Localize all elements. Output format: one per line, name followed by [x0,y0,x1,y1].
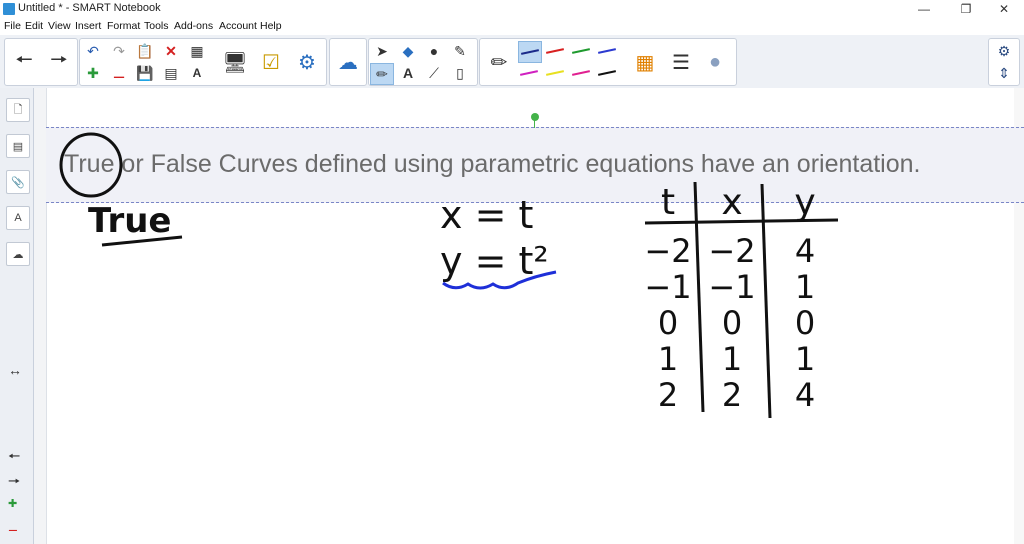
ink-table-header: x [721,182,742,223]
ink-table-cell: 2 [722,376,742,414]
ink-table-cell: 1 [795,340,815,378]
ink-layer: True x = t y = t² t x y−2 −2 4−1 −1 10 0 01 1 12 2 4 [59,132,839,419]
ink-table-divider-1 [693,181,705,413]
ink-table-cell: −1 [708,268,755,306]
ink-table-cell: −2 [708,232,755,270]
ink-equation-x: x = t [440,193,533,237]
ink-table-cell: 0 [795,304,815,342]
ink-table-cell: 0 [722,304,742,342]
ink-answer: True [88,201,172,241]
ink-table-cell: 1 [658,340,678,378]
ink-table-cell: 2 [658,376,678,414]
ink-table-divider-2 [760,183,772,419]
ink-table-header: t [661,182,675,223]
ink-table-cell: 0 [658,304,678,342]
ink-table-cell: 1 [722,340,742,378]
ink-table-header: y [794,182,815,223]
ink-table-cell: 4 [795,232,815,270]
ink-circle [59,132,123,198]
ink-table-cell: −1 [644,268,691,306]
ink-table-cell: 1 [795,268,815,306]
ink-table-cell: 4 [795,376,815,414]
ink-table-cell: −2 [644,232,691,270]
